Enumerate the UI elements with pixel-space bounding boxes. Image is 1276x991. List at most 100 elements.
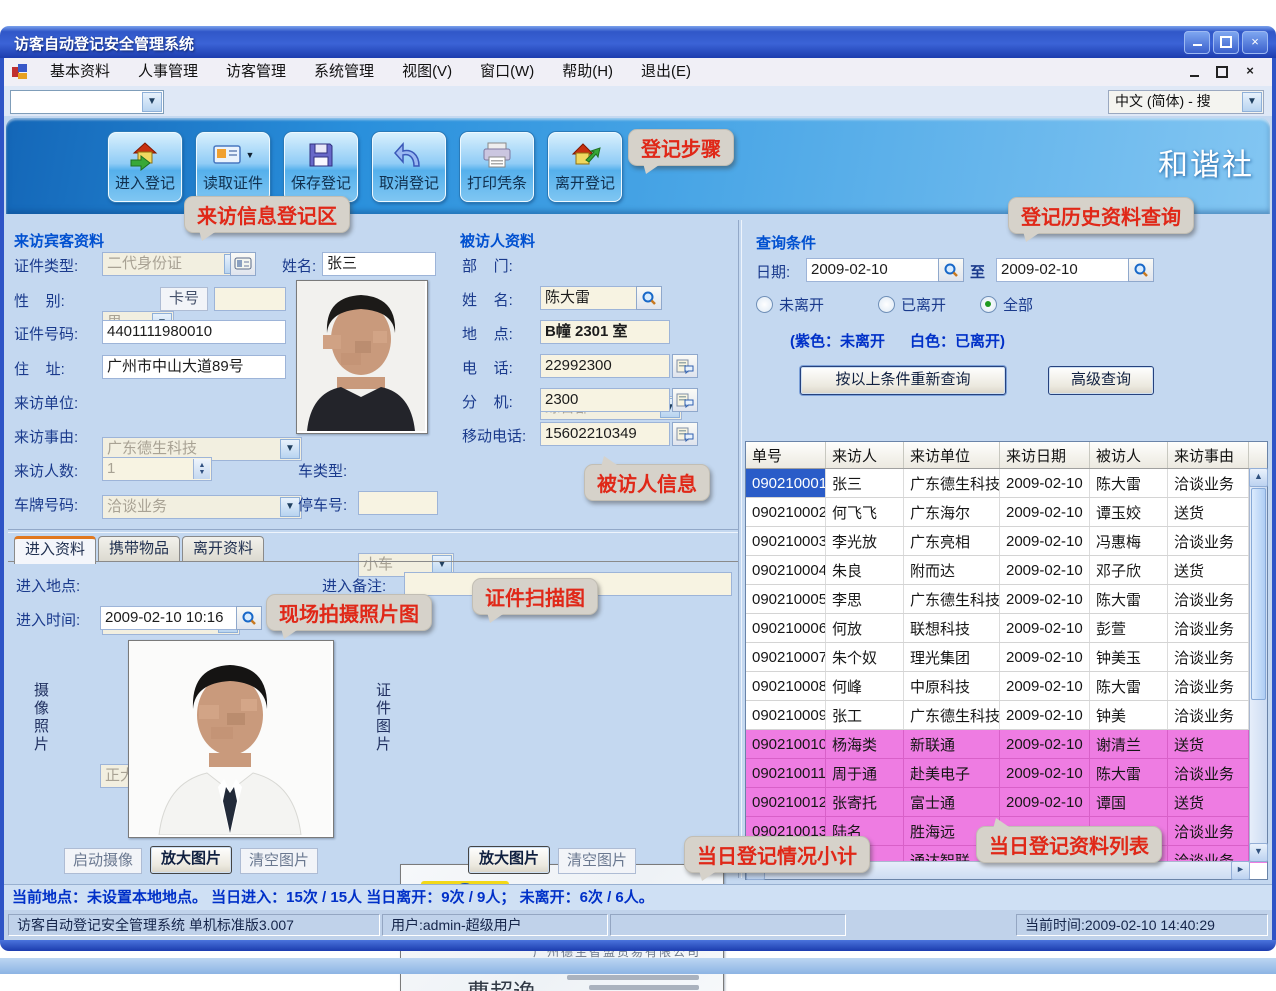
vertical-scrollbar[interactable]: ▲ ▼ (1249, 468, 1267, 862)
requery-button[interactable]: 按以上条件重新查询 (800, 366, 1006, 395)
table-row[interactable]: 090210004朱良附而达2009-02-10邓子欣送货 (746, 556, 1267, 585)
mdi-restore-button[interactable] (1212, 63, 1232, 81)
lookup-visited-button[interactable] (636, 286, 662, 310)
table-row[interactable]: 090210005李思广东德生科技2009-02-10陈大雷洽谈业务 (746, 585, 1267, 614)
cert-type-select[interactable]: 二代身份证▼ (102, 252, 246, 276)
column-header[interactable]: 来访日期 (1000, 442, 1090, 468)
table-row[interactable]: 090210003李光放广东亮相2009-02-10冯惠梅洽谈业务 (746, 527, 1267, 556)
table-cell: 钟美 (1090, 701, 1168, 729)
extension-input[interactable]: 2300 (540, 388, 670, 412)
chevron-down-icon[interactable]: ▼ (1242, 92, 1262, 112)
zoom-photo-button[interactable]: 放大图片 (150, 846, 232, 874)
camera-photo (128, 640, 334, 838)
dial-mobile-button[interactable] (672, 422, 698, 446)
table-row[interactable]: 090210002何飞飞广东海尔2009-02-10谭玉姣送货 (746, 498, 1267, 527)
radio-selected-icon[interactable] (980, 296, 997, 313)
radio-icon[interactable] (878, 296, 895, 313)
card-number-input[interactable] (214, 287, 286, 311)
menu-item[interactable]: 退出(E) (627, 58, 705, 86)
tab-carried-items[interactable]: 携带物品 (98, 536, 180, 561)
mdi-minimize-button[interactable] (1184, 63, 1204, 81)
entry-time-input[interactable]: 2009-02-10 10:16 (100, 606, 242, 630)
visited-name-input[interactable]: 陈大雷 (540, 286, 640, 310)
scroll-right-icon[interactable]: ► (1231, 861, 1250, 880)
date-from-picker-button[interactable] (938, 258, 964, 282)
location-input[interactable]: B幢 2301 室 (540, 320, 670, 344)
table-cell: 理光集团 (904, 643, 1000, 671)
spinner-arrows-icon[interactable]: ▲▼ (193, 459, 210, 479)
date-from-input[interactable]: 2009-02-10 (806, 258, 944, 282)
column-header[interactable]: 来访人 (826, 442, 904, 468)
card-reader-button[interactable] (230, 252, 256, 276)
tab-entry-info[interactable]: 进入资料 (14, 536, 96, 564)
parking-number-input[interactable] (358, 491, 438, 515)
language-bar[interactable]: 中文 (简体) - 搜 ▼ (1108, 90, 1264, 114)
column-header[interactable]: 来访事由 (1168, 442, 1249, 468)
toolbar-enter-home-button[interactable]: 进入登记 (108, 132, 182, 202)
card-number-button[interactable]: 卡号 (160, 287, 208, 311)
visitor-name-input[interactable]: 张三 (322, 252, 436, 276)
radio-left[interactable]: 已离开 (878, 294, 946, 315)
table-cell: 冯惠梅 (1090, 527, 1168, 555)
menu-item[interactable]: 帮助(H) (548, 58, 627, 86)
column-header[interactable]: 来访单位 (904, 442, 1000, 468)
visit-reason-select[interactable]: 洽谈业务▼ (102, 495, 302, 519)
column-header[interactable]: 被访人 (1090, 442, 1168, 468)
date-to-picker-button[interactable] (1128, 258, 1154, 282)
close-button[interactable]: × (1242, 31, 1268, 54)
menu-item[interactable]: 基本资料 (36, 58, 124, 86)
dial-extension-button[interactable] (672, 388, 698, 412)
chevron-down-icon[interactable]: ▼ (280, 497, 300, 517)
restore-button[interactable] (1213, 31, 1239, 54)
table-row[interactable]: 090210008何峰中原科技2009-02-10陈大雷洽谈业务 (746, 672, 1267, 701)
entry-time-picker-button[interactable] (236, 606, 262, 630)
toolbar-leave-home-button[interactable]: 离开登记 (548, 132, 622, 202)
table-cell: 谭玉姣 (1090, 498, 1168, 526)
toolbar-read-card-button[interactable]: ▼读取证件 (196, 132, 270, 202)
toolbar-save-button[interactable]: 保存登记 (284, 132, 358, 202)
start-camera-button[interactable]: 启动摄像 (64, 848, 142, 874)
radio-all-label: 全部 (1003, 294, 1033, 315)
scrollbar-thumb[interactable] (1251, 488, 1266, 700)
mdi-close-button[interactable]: × (1240, 63, 1260, 81)
phone-input[interactable]: 22992300 (540, 354, 670, 378)
clear-photo-button[interactable]: 清空图片 (240, 848, 318, 874)
table-row[interactable]: 090210001张三广东德生科技2009-02-10陈大雷洽谈业务 (746, 469, 1267, 498)
chevron-down-icon[interactable]: ▼ (142, 92, 162, 112)
clear-card-button[interactable]: 清空图片 (558, 848, 636, 874)
radio-icon[interactable] (756, 296, 773, 313)
mobile-input[interactable]: 15602210349 (540, 422, 670, 446)
address-input[interactable]: 广州市中山大道89号 (102, 355, 286, 379)
table-cell: 洽谈业务 (1168, 817, 1249, 845)
menu-item[interactable]: 视图(V) (388, 58, 466, 86)
quick-combobox[interactable]: ▼ (10, 90, 164, 114)
chevron-down-icon[interactable]: ▼ (280, 439, 300, 459)
table-row[interactable]: 090210011周于通赴美电子2009-02-10陈大雷洽谈业务 (746, 759, 1267, 788)
minimize-button[interactable] (1184, 31, 1210, 54)
advanced-query-button[interactable]: 高级查询 (1048, 366, 1154, 395)
cert-number-input[interactable]: 4401111980010 (102, 320, 286, 344)
tab-leave-info[interactable]: 离开资料 (182, 536, 264, 561)
zoom-card-button[interactable]: 放大图片 (468, 846, 550, 874)
date-to-input[interactable]: 2009-02-10 (996, 258, 1134, 282)
toolbar-print-button[interactable]: 打印凭条 (460, 132, 534, 202)
visitor-count-stepper[interactable]: 1 ▲▼ (102, 457, 212, 481)
menu-item[interactable]: 访客管理 (212, 58, 300, 86)
menu-item[interactable]: 人事管理 (124, 58, 212, 86)
scroll-down-icon[interactable]: ▼ (1249, 843, 1268, 862)
query-section-title: 查询条件 (756, 232, 816, 253)
chevron-down-icon[interactable]: ▼ (246, 150, 255, 160)
table-row[interactable]: 090210010杨海类新联通2009-02-10谢清兰送货 (746, 730, 1267, 759)
radio-all[interactable]: 全部 (980, 294, 1033, 315)
table-row[interactable]: 090210007朱个奴理光集团2009-02-10钟美玉洽谈业务 (746, 643, 1267, 672)
column-header[interactable]: 单号 (746, 442, 826, 468)
dial-phone-button[interactable] (672, 354, 698, 378)
table-row[interactable]: 090210006何放联想科技2009-02-10彭萱洽谈业务 (746, 614, 1267, 643)
table-cell: 2009-02-10 (1000, 759, 1090, 787)
table-row[interactable]: 090210009张工广东德生科技2009-02-10钟美洽谈业务 (746, 701, 1267, 730)
menu-item[interactable]: 窗口(W) (466, 58, 548, 86)
radio-not-left[interactable]: 未离开 (756, 294, 824, 315)
toolbar-undo-button[interactable]: 取消登记 (372, 132, 446, 202)
menu-item[interactable]: 系统管理 (300, 58, 388, 86)
scroll-up-icon[interactable]: ▲ (1249, 468, 1268, 487)
